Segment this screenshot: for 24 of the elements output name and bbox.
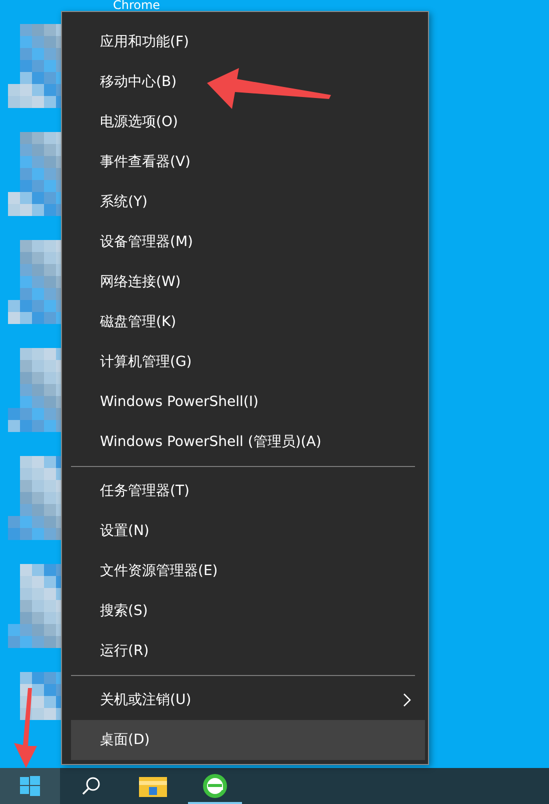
menu-item[interactable]: 搜索(S) [71,591,425,631]
desktop-icon-label: Chrome [113,0,160,11]
start-button[interactable] [0,768,60,804]
menu-item[interactable]: 计算机管理(G) [71,342,425,382]
menu-item[interactable]: 关机或注销(U) [71,680,425,720]
menu-item[interactable]: 事件查看器(V) [71,142,425,182]
menu-item[interactable]: 移动中心(B) [71,62,425,102]
menu-item[interactable]: 设置(N) [71,511,425,551]
menu-item[interactable]: 网络连接(W) [71,262,425,302]
chevron-right-icon [403,693,411,707]
menu-item[interactable]: Windows PowerShell(I) [71,382,425,422]
menu-item[interactable]: 系统(Y) [71,182,425,222]
menu-item[interactable]: 桌面(D) [71,720,425,760]
menu-item[interactable]: 电源选项(O) [71,102,425,142]
menu-item[interactable]: 任务管理器(T) [71,471,425,511]
menu-item[interactable]: 磁盘管理(K) [71,302,425,342]
search-icon [81,776,101,796]
menu-item[interactable]: 文件资源管理器(E) [71,551,425,591]
menu-item[interactable]: 设备管理器(M) [71,222,425,262]
menu-item[interactable]: 运行(R) [71,631,425,671]
folder-icon [139,775,167,797]
menu-item[interactable]: 应用和功能(F) [71,22,425,62]
windows-icon [20,776,40,796]
menu-item[interactable]: Windows PowerShell (管理员)(A) [71,422,425,462]
